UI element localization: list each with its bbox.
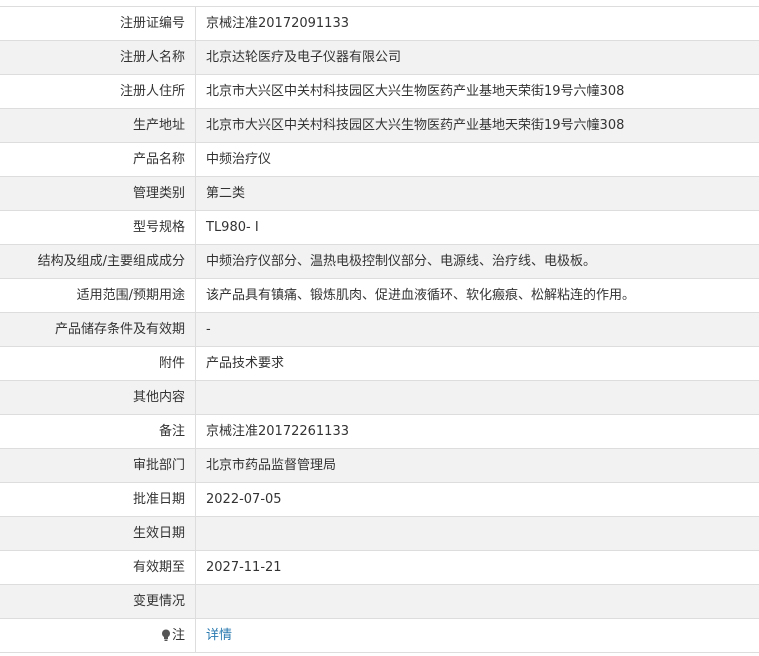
table-row: 注册人住所 北京市大兴区中关村科技园区大兴生物医药产业基地天荣街19号六幢308 (0, 75, 759, 109)
table-row: 其他内容 (0, 381, 759, 415)
field-label: 备注 (0, 415, 196, 448)
lightbulb-icon (161, 629, 170, 641)
table-row: 产品储存条件及有效期 - (0, 313, 759, 347)
field-label: 注册证编号 (0, 7, 196, 40)
table-row: 批准日期 2022-07-05 (0, 483, 759, 517)
field-label: 生产地址 (0, 109, 196, 142)
table-row: 管理类别 第二类 (0, 177, 759, 211)
table-row: 审批部门 北京市药品监督管理局 (0, 449, 759, 483)
field-value (196, 585, 759, 618)
field-value: 产品技术要求 (206, 356, 285, 371)
field-value: 2027-11-21 (206, 560, 282, 575)
table-row: 备注 京械注准20172261133 (0, 415, 759, 449)
table-row: 附件 产品技术要求 (0, 347, 759, 381)
field-value: 中频治疗仪 (206, 152, 272, 167)
field-value (196, 381, 759, 414)
note-value-cell: 详情 (196, 619, 759, 652)
field-value: 第二类 (206, 186, 246, 201)
table-row: 注册人名称 北京达轮医疗及电子仪器有限公司 (0, 41, 759, 75)
table-row: 型号规格 TL980- Ⅰ (0, 211, 759, 245)
field-value: 京械注准20172091133 (206, 16, 349, 31)
table-row: 生产地址 北京市大兴区中关村科技园区大兴生物医药产业基地天荣街19号六幢308 (0, 109, 759, 143)
field-label: 有效期至 (0, 551, 196, 584)
field-value: 京械注准20172261133 (206, 424, 349, 439)
table-row: 生效日期 (0, 517, 759, 551)
field-value: 北京市药品监督管理局 (206, 458, 337, 473)
field-value: 北京达轮医疗及电子仪器有限公司 (206, 50, 402, 65)
table-row: 注册证编号 京械注准20172091133 (0, 7, 759, 41)
field-value: 北京市大兴区中关村科技园区大兴生物医药产业基地天荣街19号六幢308 (206, 84, 625, 99)
field-label: 结构及组成/主要组成成分 (0, 245, 196, 278)
details-link[interactable]: 详情 (206, 628, 232, 643)
field-label: 型号规格 (0, 211, 196, 244)
note-label-cell: 注 (0, 619, 196, 652)
table-row: 适用范围/预期用途 该产品具有镇痛、锻炼肌肉、促进血液循环、软化瘢痕、松解粘连的作… (0, 279, 759, 313)
field-label: 附件 (0, 347, 196, 380)
field-value: TL980- Ⅰ (206, 220, 259, 235)
field-label: 管理类别 (0, 177, 196, 210)
field-value: 该产品具有镇痛、锻炼肌肉、促进血液循环、软化瘢痕、松解粘连的作用。 (206, 288, 636, 303)
field-value: 北京市大兴区中关村科技园区大兴生物医药产业基地天荣街19号六幢308 (206, 118, 625, 133)
note-label: 注 (171, 628, 185, 643)
field-value: 2022-07-05 (206, 492, 282, 507)
table-row: 结构及组成/主要组成成分 中频治疗仪部分、温热电极控制仪部分、电源线、治疗线、电极… (0, 245, 759, 279)
field-label: 注册人名称 (0, 41, 196, 74)
field-label: 产品名称 (0, 143, 196, 176)
table-row: 产品名称 中频治疗仪 (0, 143, 759, 177)
field-label: 注册人住所 (0, 75, 196, 108)
field-value: - (206, 322, 211, 337)
field-label: 批准日期 (0, 483, 196, 516)
field-label: 变更情况 (0, 585, 196, 618)
field-label: 产品储存条件及有效期 (0, 313, 196, 346)
field-label: 审批部门 (0, 449, 196, 482)
field-label: 生效日期 (0, 517, 196, 550)
note-row: 注 详情 (0, 619, 759, 653)
field-value (196, 517, 759, 550)
table-row: 有效期至 2027-11-21 (0, 551, 759, 585)
table-row: 变更情况 (0, 585, 759, 619)
field-label: 其他内容 (0, 381, 196, 414)
field-label: 适用范围/预期用途 (0, 279, 196, 312)
registration-detail-table: 注册证编号 京械注准20172091133 注册人名称 北京达轮医疗及电子仪器有限公司… (0, 6, 759, 653)
field-value: 中频治疗仪部分、温热电极控制仪部分、电源线、治疗线、电极板。 (206, 254, 597, 269)
